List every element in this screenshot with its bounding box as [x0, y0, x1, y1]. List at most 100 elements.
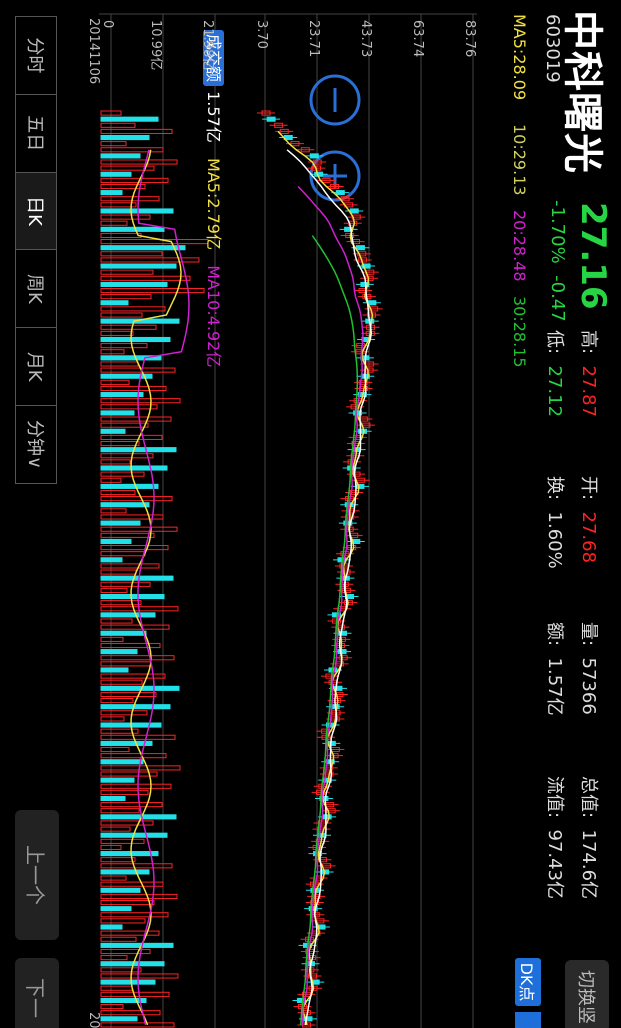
switch-orientation-button[interactable]: 切换竖 — [565, 960, 609, 1028]
volume-bar — [100, 343, 148, 349]
volume-bar — [100, 471, 145, 477]
date-start: 20141106 — [86, 18, 101, 85]
volume-bar — [100, 239, 209, 245]
ma10-line — [286, 149, 373, 1026]
volume-bar — [100, 826, 131, 832]
volume-bar — [100, 863, 173, 869]
volume-bar — [100, 367, 176, 373]
volume-bar — [100, 1016, 138, 1022]
volume-bar — [100, 685, 180, 691]
volume-bar — [100, 593, 165, 600]
volume-bar — [100, 838, 145, 844]
tab-monthly-k[interactable]: 月K — [16, 328, 56, 407]
volume-bar — [100, 942, 174, 948]
candle-body — [335, 190, 345, 196]
tab-weekly-k[interactable]: 周K — [16, 250, 56, 329]
ma20-legend: 20:28.48 — [510, 210, 529, 282]
volume-bar — [100, 704, 171, 710]
volume-bar — [100, 300, 129, 306]
volume-bar — [100, 875, 127, 881]
price-axis-label: 23.71 — [306, 20, 321, 58]
volume-bar — [100, 514, 164, 520]
volume-bar — [100, 691, 157, 698]
volume-bar — [100, 251, 163, 257]
volume-bar — [100, 1004, 124, 1010]
volume-bar — [100, 116, 159, 122]
volume-bar — [100, 618, 133, 624]
dk-point-button[interactable]: DK点 — [515, 958, 541, 1006]
volume-bar — [100, 924, 123, 930]
volume-bar — [100, 324, 157, 330]
volume-bar — [100, 759, 144, 765]
candle-body — [355, 483, 365, 489]
volume-ma10: MA10:4.92亿 — [204, 265, 223, 368]
volume-bar — [100, 496, 173, 502]
date-end: 20 — [86, 1012, 101, 1028]
stat-value: 97.43亿 — [544, 829, 565, 900]
stat-amount: 额: 1.57亿 — [543, 622, 569, 716]
volume-bar — [100, 906, 132, 912]
volume-bar — [100, 312, 143, 318]
volume-bar — [100, 918, 146, 924]
tab-minute-chart[interactable]: 分时 — [16, 17, 56, 95]
volume-bar — [100, 532, 155, 538]
stat-open: 开: 27.68 — [577, 476, 603, 563]
price-change: -1.70% -0.47 — [547, 200, 568, 322]
volume-bar — [100, 698, 134, 704]
volume-bar — [100, 361, 139, 367]
dk-extra-button[interactable] — [515, 1012, 541, 1028]
volume-bar — [100, 440, 140, 447]
stat-label: 低: — [544, 330, 565, 355]
change-pct: -1.70% — [547, 200, 568, 264]
volume-bar — [100, 404, 158, 410]
volume-bar — [100, 220, 128, 226]
kline-screen: 中科曙光 603019 27.16 -1.70% -0.47 高: 27.87 … — [0, 0, 621, 1028]
volume-bar — [100, 667, 129, 673]
stat-value: 1.60% — [544, 511, 565, 569]
volume-bar — [100, 232, 142, 239]
volume-bar — [100, 153, 141, 159]
volume-bar — [100, 453, 154, 459]
volume-bar — [100, 802, 163, 808]
volume-bar — [100, 948, 151, 955]
stat-low: 低: 27.12 — [543, 330, 569, 417]
volume-bar — [100, 214, 151, 220]
volume-bar — [100, 967, 142, 973]
volume-bar — [100, 893, 178, 899]
volume-bar — [100, 122, 136, 128]
volume-bar — [100, 263, 177, 269]
price-axis-label: 3.70 — [254, 20, 269, 49]
volume-bar — [100, 734, 176, 740]
volume-bar — [100, 538, 132, 545]
volume-bar — [100, 1010, 161, 1016]
previous-stock-button[interactable]: 上一个 — [15, 810, 59, 940]
volume-bar — [100, 857, 136, 863]
volume-bar — [100, 575, 174, 581]
ma10-legend: 10:29.13 — [510, 124, 529, 196]
stat-label: 流值: — [544, 776, 565, 819]
stat-value: 57366 — [578, 657, 599, 715]
volume-bar — [100, 208, 174, 214]
volume-bar — [100, 955, 128, 961]
volume-bar — [100, 581, 151, 587]
volume-bar — [100, 275, 191, 281]
stat-value: 1.57亿 — [544, 657, 565, 716]
volume-bar — [100, 612, 156, 618]
volume-bar — [100, 973, 179, 979]
volume-bar — [100, 808, 140, 814]
tab-five-day[interactable]: 五日 — [16, 94, 56, 173]
volume-bar — [100, 171, 132, 177]
candle-body — [355, 245, 365, 251]
volume-bar — [100, 459, 131, 465]
stat-high: 高: 27.87 — [577, 330, 603, 417]
next-stock-button[interactable]: 下一 — [15, 958, 59, 1028]
stat-turnover: 换: 1.60% — [543, 476, 569, 569]
candle-body — [266, 116, 276, 122]
price-axis-label: 83.76 — [462, 20, 477, 58]
volume-bar — [100, 887, 141, 893]
tab-minute-k[interactable]: 分钟∨ — [16, 406, 56, 483]
volume-bar — [100, 281, 168, 287]
volume-bar — [100, 765, 181, 771]
volume-bar — [100, 600, 142, 606]
tab-daily-k[interactable]: 日K — [16, 172, 56, 251]
